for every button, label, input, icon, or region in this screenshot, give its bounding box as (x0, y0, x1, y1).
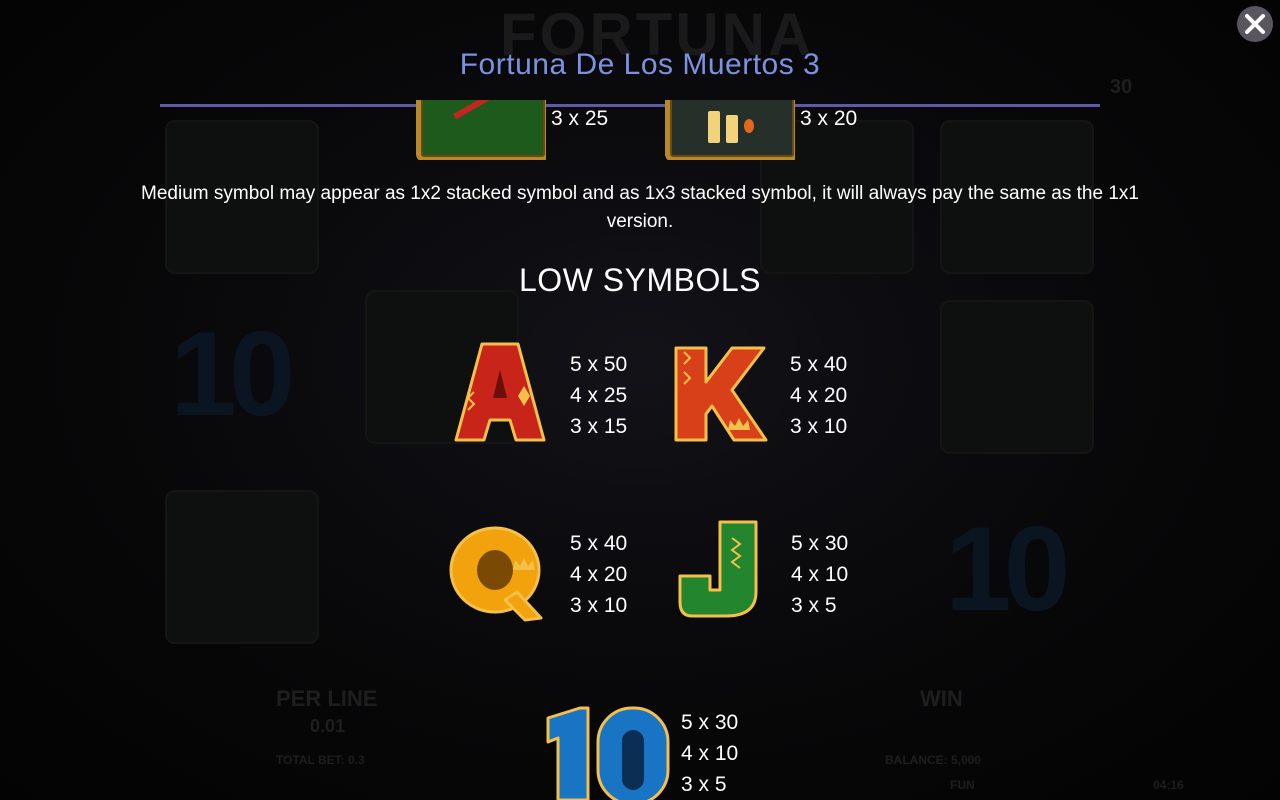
stacked-symbol-description: Medium symbol may appear as 1x2 stacked … (141, 183, 1139, 232)
symbol-a-pay-4: 4 x 25 (570, 384, 628, 407)
symbol-j-pay-5: 5 x 30 (791, 532, 849, 555)
symbol-a-pays: 5 x 50 4 x 25 3 x 15 (570, 349, 627, 442)
medium-symbol-candles (663, 100, 795, 160)
symbol-j-pay-4: 4 x 10 (791, 563, 849, 586)
symbol-ten-pay-3: 3 x 5 (681, 773, 727, 796)
symbol-q-pay-4: 4 x 20 (570, 563, 628, 586)
symbol-ten-icon (546, 706, 670, 800)
medium-symbol-green-pay: 3 x 25 (551, 107, 609, 130)
symbol-k-icon (674, 346, 768, 442)
close-icon (1245, 14, 1265, 34)
symbol-q-pay-3: 3 x 10 (570, 594, 628, 617)
symbol-ten-pay-4: 4 x 10 (681, 742, 739, 765)
symbol-ten-pay-5: 5 x 30 (681, 711, 739, 734)
symbol-k-pay-3: 3 x 10 (790, 415, 848, 438)
symbol-j-icon (678, 520, 758, 618)
paytable-overlay: Fortuna De Los Muertos 3 3 x 25 3 x 20 M… (0, 0, 1280, 800)
symbol-ten-pays: 5 x 30 4 x 10 3 x 5 (681, 707, 738, 800)
medium-symbol-green (414, 100, 546, 160)
symbol-a-icon (454, 342, 546, 442)
symbol-q-pays: 5 x 40 4 x 20 3 x 10 (570, 528, 627, 621)
symbol-j-pays: 5 x 30 4 x 10 3 x 5 (791, 528, 848, 621)
symbol-k-pay-4: 4 x 20 (790, 384, 848, 407)
medium-symbol-candles-pay: 3 x 20 (800, 107, 858, 130)
title-divider (160, 104, 1100, 107)
symbol-a-pay-5: 5 x 50 (570, 353, 628, 376)
symbol-k-pays: 5 x 40 4 x 20 3 x 10 (790, 349, 847, 442)
symbol-q-icon (449, 526, 543, 622)
paytable-title: Fortuna De Los Muertos 3 (459, 48, 821, 81)
symbol-j-pay-3: 3 x 5 (791, 594, 837, 617)
symbol-a-pay-3: 3 x 15 (570, 415, 628, 438)
close-button[interactable] (1237, 6, 1273, 42)
symbol-k-pay-5: 5 x 40 (790, 353, 848, 376)
symbol-q-pay-5: 5 x 40 (570, 532, 628, 555)
low-symbols-title: LOW SYMBOLS (519, 262, 761, 298)
